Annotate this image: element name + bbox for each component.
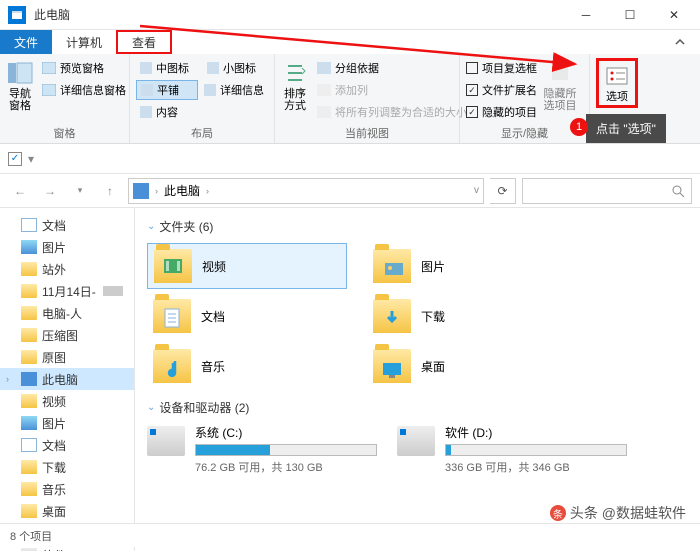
tree-item[interactable]: 压缩图: [0, 324, 134, 346]
drive-usage-bar: [195, 444, 377, 456]
tab-file[interactable]: 文件: [0, 30, 52, 54]
options-button[interactable]: 选项: [596, 58, 638, 108]
annotation-badge: 1: [570, 118, 588, 136]
window-title: 此电脑: [34, 6, 564, 23]
tree-item[interactable]: 站外: [0, 258, 134, 280]
tree-item[interactable]: 下载: [0, 456, 134, 478]
watermark-icon: 条: [550, 505, 566, 521]
drive-item[interactable]: 系统 (C:)76.2 GB 可用，共 130 GB: [147, 424, 377, 475]
folder-icon: [21, 262, 37, 276]
folder-icon: [153, 299, 191, 333]
doc-icon: [21, 218, 37, 232]
titlebar: 此电脑 ─ ☐ ✕: [0, 0, 700, 30]
folder-icon: [21, 306, 37, 320]
drives-section-header[interactable]: ⌄设备和驱动器 (2): [147, 399, 688, 416]
layout-medium-icons[interactable]: 中图标: [136, 58, 201, 78]
layout-content[interactable]: 内容: [136, 102, 205, 122]
tree-item[interactable]: 视频: [0, 390, 134, 412]
tree-item[interactable]: 音乐: [0, 478, 134, 500]
item-count: 8 个项目: [10, 528, 52, 544]
folder-item[interactable]: 视频: [147, 243, 347, 289]
tree-item[interactable]: 桌面: [0, 500, 134, 522]
drive-usage-bar: [445, 444, 627, 456]
drive-icon: [397, 426, 435, 456]
close-button[interactable]: ✕: [652, 0, 696, 30]
nav-pane-button[interactable]: 导航窗格: [6, 58, 34, 112]
folder-item[interactable]: 下载: [367, 293, 567, 339]
maximize-button[interactable]: ☐: [608, 0, 652, 30]
annotation-callout: 点击 "选项": [586, 114, 666, 143]
folder-icon: [373, 349, 411, 383]
search-icon: [671, 184, 685, 198]
address-bar[interactable]: › 此电脑 › v: [128, 178, 484, 204]
back-button[interactable]: ←: [8, 179, 32, 203]
pc-icon: [133, 183, 149, 199]
folder-icon: [21, 328, 37, 342]
tree-item[interactable]: 原图: [0, 346, 134, 368]
checkbox-file-extensions[interactable]: ✓文件扩展名: [466, 80, 537, 100]
search-input[interactable]: [522, 178, 692, 204]
app-icon: [8, 6, 26, 24]
select-all-checkbox[interactable]: ✓: [8, 152, 22, 166]
status-bar: 8 个项目: [0, 523, 700, 547]
breadcrumb[interactable]: 此电脑: [164, 182, 200, 199]
img-icon: [21, 240, 37, 254]
tab-view[interactable]: 查看: [116, 30, 172, 54]
tree-item[interactable]: 文档: [0, 214, 134, 236]
minimize-button[interactable]: ─: [564, 0, 608, 30]
vid-icon: [21, 394, 37, 408]
group-by-button[interactable]: 分组依据: [313, 58, 471, 78]
folder-icon: [154, 249, 192, 283]
folder-item[interactable]: 文档: [147, 293, 347, 339]
folder-icon: [373, 299, 411, 333]
recent-button[interactable]: ▾: [68, 179, 92, 203]
tree-item[interactable]: ›此电脑: [0, 368, 134, 390]
tree-item[interactable]: 11月14日-: [0, 280, 134, 302]
forward-button[interactable]: →: [38, 179, 62, 203]
checkbox-hidden-items[interactable]: ✓隐藏的项目: [466, 102, 537, 122]
drive-icon: [147, 426, 185, 456]
preview-pane-button[interactable]: 预览窗格: [38, 58, 130, 78]
select-all-row: ✓ ▾: [0, 144, 700, 174]
address-bar-row: ← → ▾ ↑ › 此电脑 › v ⟳: [0, 174, 700, 208]
layout-tiles[interactable]: 平铺: [136, 80, 198, 100]
drive-item[interactable]: 软件 (D:)336 GB 可用，共 346 GB: [397, 424, 627, 475]
detail-pane-button[interactable]: 详细信息窗格: [38, 80, 130, 100]
content-pane: ⌄文件夹 (6) 视频图片文档下载音乐桌面 ⌄设备和驱动器 (2) 系统 (C:…: [135, 208, 700, 551]
folders-section-header[interactable]: ⌄文件夹 (6): [147, 218, 688, 235]
doc-icon: [21, 438, 37, 452]
tree-item[interactable]: 图片: [0, 412, 134, 434]
nav-tree[interactable]: 文档图片站外11月14日-电脑-人压缩图原图›此电脑视频图片文档下载音乐桌面›系…: [0, 208, 135, 551]
watermark: 条 头条 @数据蛙软件: [550, 503, 686, 523]
pc-icon: [21, 372, 37, 386]
folder-icon: [373, 249, 411, 283]
folder-item[interactable]: 图片: [367, 243, 567, 289]
folder-icon: [21, 284, 37, 298]
up-button[interactable]: ↑: [98, 179, 122, 203]
layout-small-icons[interactable]: 小图标: [203, 58, 268, 78]
desk-icon: [21, 504, 37, 518]
checkbox-item-checkboxes[interactable]: 项目复选框: [466, 58, 537, 78]
refresh-button[interactable]: ⟳: [490, 178, 516, 204]
fit-columns-button[interactable]: 将所有列调整为合适的大小: [313, 102, 471, 122]
add-columns-button[interactable]: 添加列: [313, 80, 471, 100]
img-icon: [21, 416, 37, 430]
tree-item[interactable]: 文档: [0, 434, 134, 456]
layout-details[interactable]: 详细信息: [200, 80, 268, 100]
tree-item[interactable]: 电脑-人: [0, 302, 134, 324]
dl-icon: [21, 460, 37, 474]
folder-icon: [21, 350, 37, 364]
tree-item[interactable]: 图片: [0, 236, 134, 258]
folder-item[interactable]: 音乐: [147, 343, 347, 389]
ribbon-toggle-icon[interactable]: [660, 30, 700, 54]
ribbon-tabs: 文件 计算机 查看: [0, 30, 700, 54]
hide-selected-button[interactable]: 隐藏所选项目: [541, 58, 579, 112]
folder-icon: [153, 349, 191, 383]
sort-by-button[interactable]: 排序方式: [281, 58, 309, 112]
folder-item[interactable]: 桌面: [367, 343, 567, 389]
mus-icon: [21, 482, 37, 496]
tab-computer[interactable]: 计算机: [52, 30, 116, 54]
